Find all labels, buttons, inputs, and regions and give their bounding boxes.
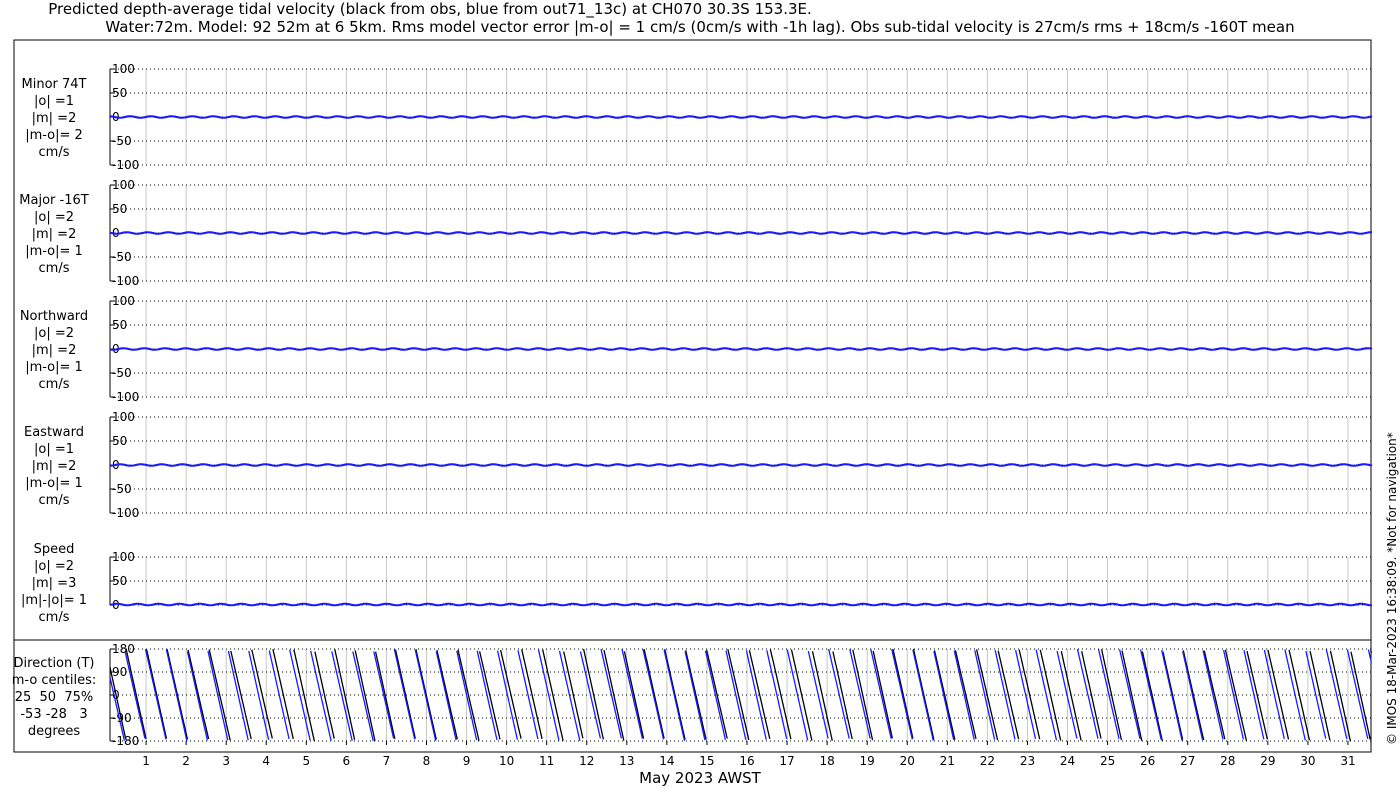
- series-model-speed: [109, 602, 1372, 607]
- x-tick-label: 27: [1180, 754, 1195, 768]
- panel-label-line: |o| =2: [33, 559, 74, 574]
- panel-label-speed: Speed |o| =2 |m| =3 |m|-|o|= 1 cm/s: [0, 541, 108, 626]
- y-tick-label: -50: [112, 134, 132, 148]
- panel-label-line: |m| =2: [31, 227, 77, 242]
- y-tick-label: -50: [112, 250, 132, 264]
- x-tick-label: 4: [262, 754, 270, 768]
- x-tick-label: 21: [940, 754, 955, 768]
- y-tick-label: 100: [112, 178, 135, 192]
- y-tick-label: 50: [112, 202, 127, 216]
- x-tick-label: 11: [539, 754, 554, 768]
- panel-label-line: cm/s: [38, 610, 70, 625]
- panel-label-line: -53 -28 3: [20, 707, 88, 722]
- series-model-north: [109, 347, 1373, 351]
- panel-label-line: Speed: [33, 542, 75, 557]
- y-tick-label: 50: [112, 434, 127, 448]
- panel-label-line: Northward: [19, 309, 89, 324]
- panel-label-east: Eastward |o| =1 |m| =2 |m-o|= 1 cm/s: [0, 424, 108, 509]
- panel-label-line: |m|-|o|= 1: [20, 593, 88, 608]
- series-model-east: [109, 463, 1373, 467]
- x-tick-label: 17: [779, 754, 794, 768]
- x-tick-label: 31: [1340, 754, 1355, 768]
- x-tick-label: 2: [182, 754, 190, 768]
- panel-label-line: cm/s: [38, 493, 70, 508]
- x-axis-label: May 2023 AWST: [639, 769, 761, 787]
- y-tick-label: 50: [112, 318, 127, 332]
- panel-label-line: |o| =1: [33, 442, 74, 457]
- panel-label-line: m-o centiles:: [11, 673, 97, 688]
- x-tick-label: 14: [659, 754, 674, 768]
- panel-label-line: |o| =2: [33, 326, 74, 341]
- x-tick-label: 5: [302, 754, 310, 768]
- panel-label-line: |m-o|= 2: [25, 128, 83, 143]
- x-tick-label: 3: [222, 754, 230, 768]
- x-tick-label: 20: [900, 754, 915, 768]
- panel-label-direction: Direction (T) m-o centiles: 25 50 75% -53 -…: [0, 655, 108, 740]
- y-tick-label: -50: [112, 366, 132, 380]
- x-tick-label: 13: [619, 754, 634, 768]
- x-tick-label: 6: [343, 754, 351, 768]
- y-tick-label: 180: [112, 642, 135, 656]
- y-tick-label: -50: [112, 482, 132, 496]
- x-tick-label: 19: [860, 754, 875, 768]
- panel-label-line: |m-o|= 1: [25, 476, 83, 491]
- y-tick-label: 50: [112, 574, 127, 588]
- panel-label-line: |m| =3: [31, 576, 77, 591]
- panel-label-line: |o| =1: [33, 94, 74, 109]
- panel-label-line: |o| =2: [33, 210, 74, 225]
- panel-label-line: Eastward: [23, 425, 85, 440]
- panel-label-line: 25 50 75%: [14, 690, 94, 705]
- panel-label-line: degrees: [27, 724, 81, 739]
- x-tick-label: 18: [819, 754, 834, 768]
- x-tick-label: 7: [383, 754, 391, 768]
- y-tick-label: 100: [112, 410, 135, 424]
- y-tick-label: 100: [112, 62, 135, 76]
- panel-label-line: |m-o|= 1: [25, 360, 83, 375]
- x-tick-label: 10: [499, 754, 514, 768]
- y-tick-label: -100: [112, 390, 139, 404]
- x-tick-label: 25: [1100, 754, 1115, 768]
- tidal-velocity-chart: 100500-50-100100500-50-100100500-50-1001…: [13, 39, 1373, 768]
- x-tick-label: 9: [463, 754, 471, 768]
- y-tick-label: -100: [112, 506, 139, 520]
- panel-label-line: cm/s: [38, 377, 70, 392]
- panel-label-minor: Minor 74T |o| =1 |m| =2 |m-o|= 2 cm/s: [0, 76, 108, 161]
- x-tick-label: 28: [1220, 754, 1235, 768]
- x-tick-label: 24: [1060, 754, 1075, 768]
- y-tick-label: -100: [112, 158, 139, 172]
- y-tick-label: 100: [112, 294, 135, 308]
- panel-label-line: |m| =2: [31, 459, 77, 474]
- panel-label-north: Northward |o| =2 |m| =2 |m-o|= 1 cm/s: [0, 308, 108, 393]
- upper-frame: [13, 39, 1372, 641]
- copyright-notice: © IMOS 18-Mar-2023 16:38:09. *Not for na…: [1385, 432, 1399, 745]
- panel-label-line: Major -16T: [19, 193, 89, 208]
- y-tick-label: 90: [112, 665, 127, 679]
- x-tick-label: 15: [699, 754, 714, 768]
- panel-label-line: Minor 74T: [21, 77, 87, 92]
- panel-label-line: cm/s: [38, 261, 70, 276]
- panel-label-line: |m| =2: [31, 343, 77, 358]
- x-tick-label: 8: [423, 754, 431, 768]
- panel-label-line: Direction (T): [13, 656, 95, 671]
- x-tick-label: 26: [1140, 754, 1155, 768]
- x-tick-label: 16: [739, 754, 754, 768]
- x-tick-label: 23: [1020, 754, 1035, 768]
- panel-label-major: Major -16T |o| =2 |m| =2 |m-o|= 1 cm/s: [0, 192, 108, 277]
- y-tick-label: 100: [112, 550, 135, 564]
- y-tick-label: -100: [112, 274, 139, 288]
- x-tick-label: 30: [1300, 754, 1315, 768]
- x-tick-label: 1: [142, 754, 150, 768]
- panel-label-line: |m-o|= 1: [25, 244, 83, 259]
- series-model-minor: [110, 115, 1373, 119]
- panel-label-line: |m| =2: [31, 111, 77, 126]
- x-tick-label: 22: [980, 754, 995, 768]
- panel-label-line: cm/s: [38, 145, 70, 160]
- y-tick-label: 50: [112, 86, 127, 100]
- x-tick-label: 12: [579, 754, 594, 768]
- x-tick-label: 29: [1260, 754, 1275, 768]
- series-model-major: [109, 231, 1373, 235]
